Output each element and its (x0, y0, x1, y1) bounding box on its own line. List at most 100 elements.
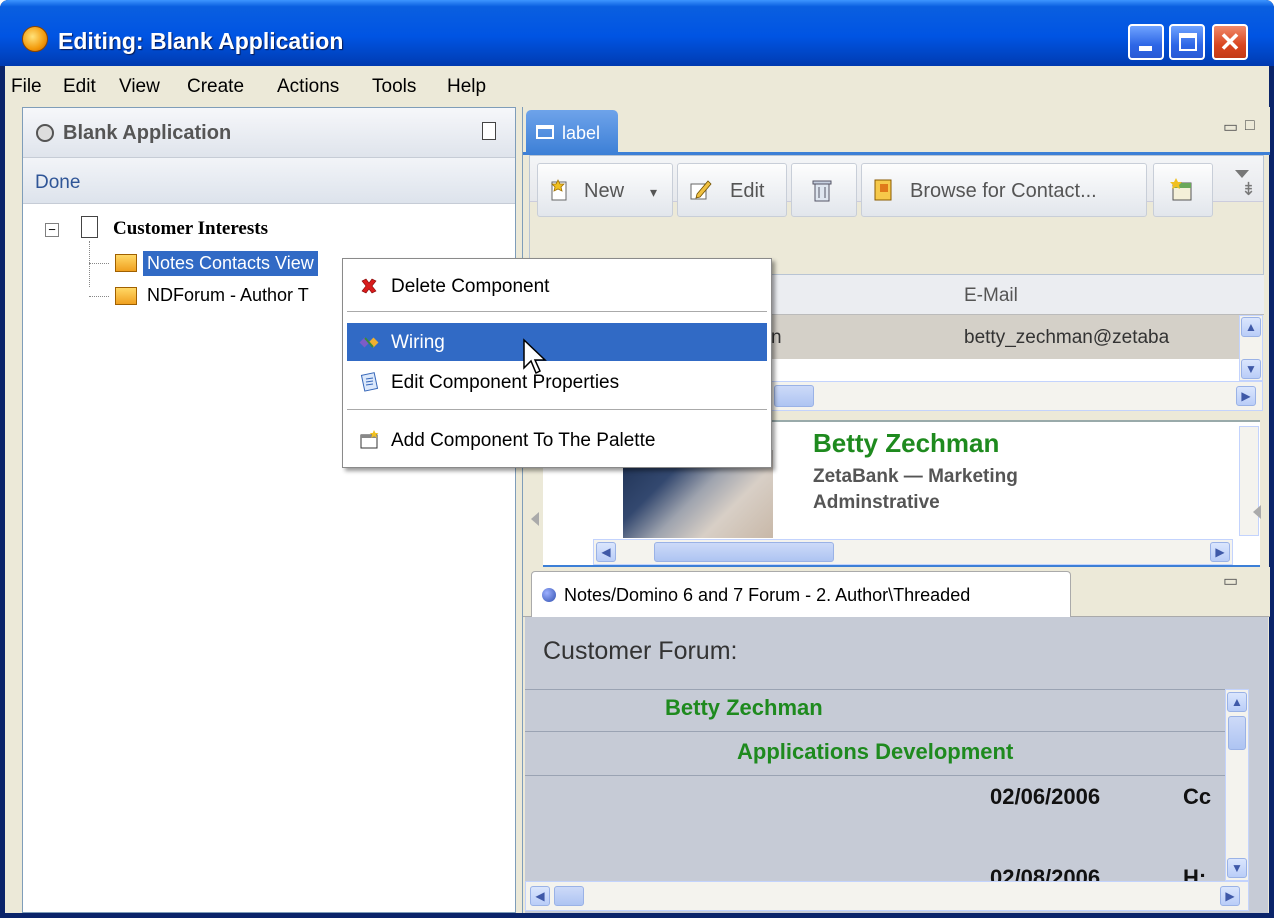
app-icon (22, 26, 48, 52)
menu-item-label: Delete Component (391, 276, 550, 297)
menu-actions[interactable]: Actions (277, 76, 339, 98)
delete-button[interactable] (791, 163, 857, 217)
minimize-button[interactable] (1128, 24, 1164, 60)
forum-author[interactable]: Betty Zechman (665, 695, 823, 721)
card-vertical-scrollbar[interactable] (1239, 426, 1259, 536)
tree-connector (89, 263, 109, 264)
scroll-right-icon[interactable]: ▶ (1220, 886, 1240, 906)
grid-horizontal-scrollbar[interactable]: ▶ (769, 381, 1263, 411)
divider (525, 775, 1225, 776)
menu-item-add-component-to-palette[interactable]: Add Component To The Palette (347, 421, 767, 459)
tree-item-notes-contacts-view[interactable]: Notes Contacts View (143, 251, 318, 276)
collapse-icon[interactable]: − (45, 223, 59, 237)
tree-item-ndforum[interactable]: NDForum - Author T (147, 285, 309, 306)
tab-label[interactable]: label (526, 110, 618, 155)
scroll-right-icon[interactable]: ▶ (1236, 386, 1256, 406)
forum-tab-label: Notes/Domino 6 and 7 Forum - 2. Author\T… (564, 585, 971, 605)
new-document-icon (551, 179, 567, 201)
table-row[interactable] (769, 359, 1239, 381)
title-bar[interactable]: Editing: Blank Application ✕ (0, 0, 1274, 66)
scroll-thumb[interactable] (774, 385, 814, 407)
editor-tab-strip: label ▭ □ (523, 107, 1270, 155)
scroll-left-icon[interactable]: ◀ (596, 542, 616, 562)
add-contact-button[interactable] (1153, 163, 1213, 217)
forum-date[interactable]: 02/06/2006 (990, 784, 1100, 810)
card-horizontal-scrollbar[interactable]: ◀ ▶ (593, 539, 1233, 565)
maximize-icon (1179, 33, 1197, 51)
wiring-icon (359, 337, 379, 348)
navigator-header: Blank Application (23, 108, 515, 158)
menu-bar: File Edit View Create Actions Tools Help (5, 66, 1269, 104)
scroll-up-icon[interactable]: ▲ (1241, 317, 1261, 337)
menu-item-label: Wiring (391, 332, 445, 353)
menu-item-edit-component-properties[interactable]: Edit Component Properties (347, 363, 767, 401)
forum-subject[interactable]: Cc (1183, 784, 1211, 810)
menu-view[interactable]: View (119, 76, 160, 98)
notes-icon (542, 588, 556, 602)
scroll-thumb[interactable] (654, 542, 834, 562)
minimize-icon (1139, 46, 1152, 51)
collapse-right-icon[interactable] (1253, 505, 1261, 519)
menu-create[interactable]: Create (187, 76, 244, 98)
contact-organization: ZetaBank — Marketing (813, 466, 1018, 487)
panel-menu-icon[interactable] (482, 122, 496, 140)
divider (525, 731, 1225, 732)
minimize-pane-icon[interactable]: ▭ (1223, 571, 1238, 591)
contact-name: Betty Zechman (813, 428, 1000, 458)
forum-horizontal-scrollbar[interactable]: ◀ ▶ (525, 881, 1249, 911)
status-text: Done (35, 172, 81, 193)
new-button[interactable]: New ▾ (537, 163, 673, 217)
scroll-thumb[interactable] (1228, 716, 1246, 750)
scroll-up-icon[interactable]: ▲ (1227, 692, 1247, 712)
edit-button[interactable]: Edit (677, 163, 787, 217)
contact-title: Adminstrative (813, 492, 940, 513)
tree-connector (89, 241, 90, 287)
menu-item-wiring[interactable]: Wiring (347, 323, 767, 361)
toolbar-overflow-icon[interactable]: ⇟ (1241, 179, 1256, 200)
email-column-header[interactable]: E-Mail (964, 285, 1018, 307)
forum-vertical-scrollbar[interactable]: ▲ ▼ (1225, 689, 1249, 881)
grid-vertical-scrollbar[interactable]: ▲ ▼ (1239, 315, 1263, 381)
view-menu-icon[interactable] (1235, 170, 1249, 178)
browse-button-label: Browse for Contact... (910, 180, 1097, 202)
menu-help[interactable]: Help (447, 76, 486, 98)
menu-edit[interactable]: Edit (63, 76, 96, 98)
tab-forum[interactable]: Notes/Domino 6 and 7 Forum - 2. Author\T… (531, 571, 1071, 617)
maximize-pane-icon[interactable]: □ (1245, 117, 1255, 135)
tree-connector (89, 296, 109, 297)
collapse-left-icon[interactable] (531, 512, 539, 526)
menu-file[interactable]: File (11, 76, 42, 98)
client-area: Blank Application Done − Customer Intere… (5, 104, 1270, 913)
table-row[interactable]: n betty_zechman@zetaba (769, 315, 1239, 359)
menu-separator (347, 311, 767, 312)
contacts-book-icon (874, 179, 892, 201)
trash-icon (812, 180, 832, 202)
scroll-down-icon[interactable]: ▼ (1241, 359, 1261, 379)
browse-for-contact-button[interactable]: Browse for Contact... (861, 163, 1147, 217)
scroll-right-icon[interactable]: ▶ (1210, 542, 1230, 562)
window-title: Editing: Blank Application (58, 28, 344, 54)
close-icon: ✕ (1219, 27, 1241, 57)
forum-category[interactable]: Applications Development (737, 739, 1013, 765)
scroll-down-icon[interactable]: ▼ (1227, 858, 1247, 878)
window-icon (536, 125, 554, 139)
scroll-thumb[interactable] (554, 886, 584, 906)
contacts-grid-header: E-Mail (769, 275, 1264, 315)
edit-button-label: Edit (730, 180, 765, 202)
name-cell: n (771, 327, 782, 348)
chevron-down-icon[interactable]: ▾ (650, 184, 657, 201)
editor-panel: label ▭ □ New ▾ Edit Browse for Contact.… (522, 107, 1270, 913)
mouse-cursor-icon (523, 338, 547, 375)
forum-tab-strip: Notes/Domino 6 and 7 Forum - 2. Author\T… (523, 567, 1270, 617)
status-bar: Done (23, 158, 515, 204)
add-to-palette-icon (360, 430, 379, 449)
forum-view: Customer Forum: Betty Zechman Applicatio… (525, 617, 1268, 913)
maximize-button[interactable] (1169, 24, 1205, 60)
scroll-left-icon[interactable]: ◀ (530, 886, 550, 906)
menu-tools[interactable]: Tools (372, 76, 416, 98)
close-button[interactable]: ✕ (1212, 24, 1248, 60)
delete-x-icon (361, 278, 377, 294)
menu-item-delete-component[interactable]: Delete Component (347, 267, 767, 305)
minimize-pane-icon[interactable]: ▭ (1223, 117, 1238, 137)
tree-root-customer-interests[interactable]: Customer Interests (113, 218, 268, 240)
